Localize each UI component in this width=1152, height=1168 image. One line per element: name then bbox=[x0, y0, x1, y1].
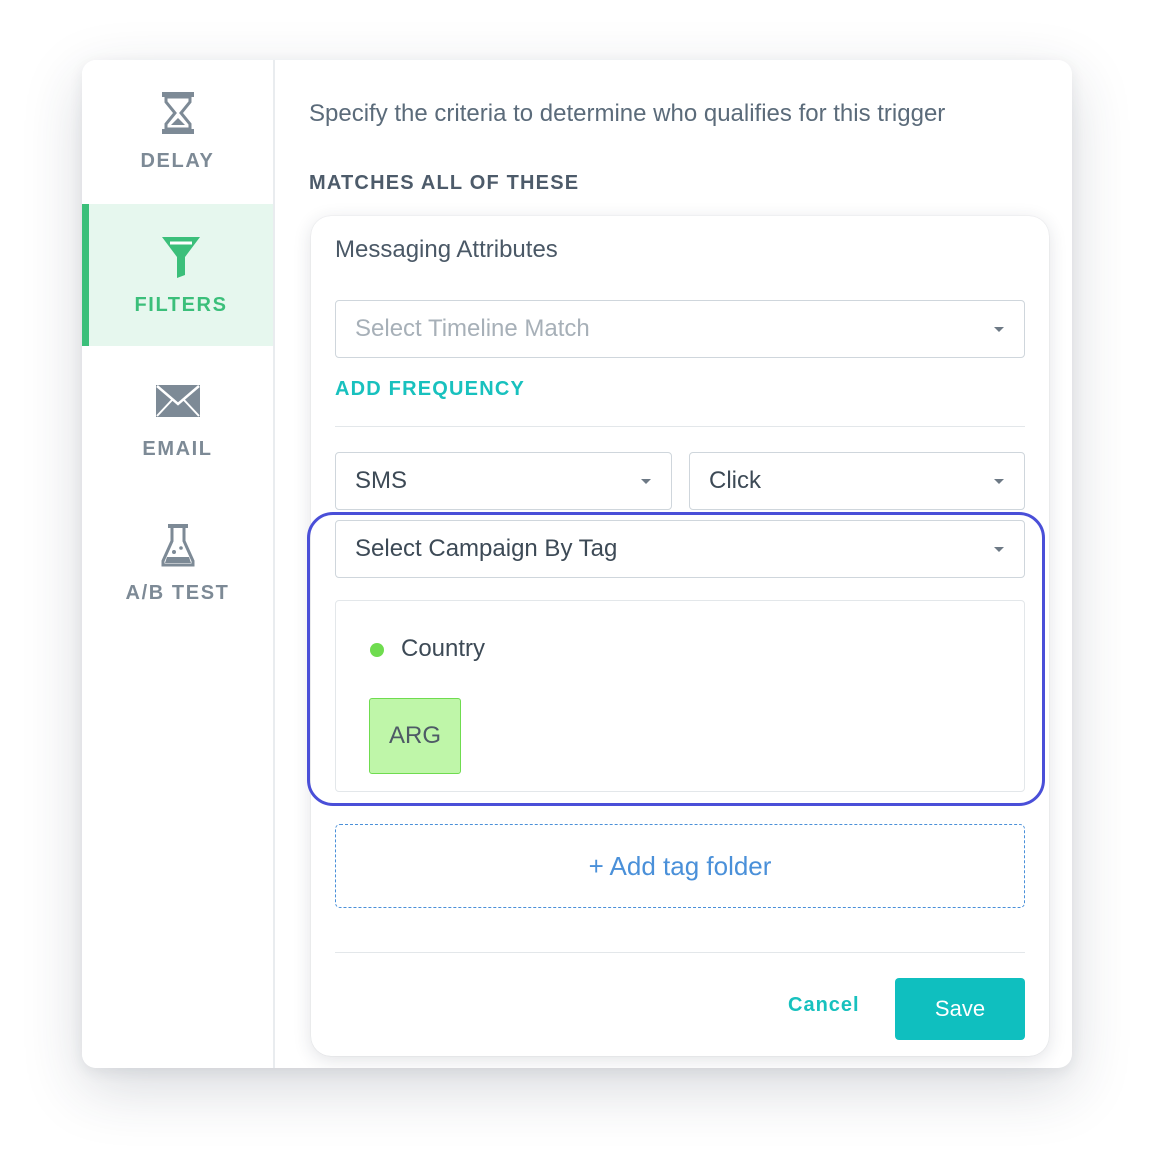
hourglass-icon bbox=[161, 90, 195, 136]
sidebar-item-label: A/B TEST bbox=[125, 581, 230, 604]
sidebar-item-label: EMAIL bbox=[142, 437, 213, 460]
save-button[interactable]: Save bbox=[895, 978, 1025, 1040]
channel-select[interactable]: SMS bbox=[335, 452, 672, 510]
action-select-value: Click bbox=[709, 467, 761, 494]
caret-down-icon bbox=[994, 327, 1004, 332]
main-panel: Specify the criteria to determine who qu… bbox=[275, 60, 1072, 1068]
channel-select-value: SMS bbox=[355, 467, 408, 494]
timeline-match-placeholder: Select Timeline Match bbox=[355, 315, 590, 342]
divider bbox=[335, 426, 1025, 427]
sidebar-item-ab-test[interactable]: A/B TEST bbox=[82, 492, 273, 634]
timeline-match-select[interactable]: Select Timeline Match bbox=[335, 300, 1025, 358]
sidebar-item-label: DELAY bbox=[140, 149, 215, 172]
flask-icon bbox=[161, 522, 195, 568]
caret-down-icon bbox=[994, 479, 1004, 484]
sidebar-item-delay[interactable]: DELAY bbox=[82, 60, 273, 202]
messaging-attributes-card: Messaging Attributes Select Timeline Mat… bbox=[307, 216, 1049, 1056]
divider bbox=[335, 952, 1025, 953]
envelope-icon bbox=[155, 378, 201, 424]
add-tag-folder-button[interactable]: + Add tag folder bbox=[335, 824, 1025, 908]
sidebar-item-label: FILTERS bbox=[134, 293, 228, 316]
cancel-button[interactable]: Cancel bbox=[788, 994, 860, 1017]
sidebar-item-filters[interactable]: FILTERS bbox=[82, 204, 273, 346]
sidebar-item-email[interactable]: EMAIL bbox=[82, 348, 273, 490]
trigger-settings-window: DELAY FILTERS EMAIL A/B TEST Specify the… bbox=[82, 60, 1072, 1068]
funnel-icon bbox=[161, 234, 201, 280]
action-select[interactable]: Click bbox=[689, 452, 1025, 510]
add-frequency-link[interactable]: ADD FREQUENCY bbox=[335, 378, 525, 401]
trigger-description: Specify the criteria to determine who qu… bbox=[309, 100, 946, 127]
caret-down-icon bbox=[641, 479, 651, 484]
card-title: Messaging Attributes bbox=[335, 236, 558, 263]
section-title: MATCHES ALL OF THESE bbox=[309, 172, 580, 194]
sidebar: DELAY FILTERS EMAIL A/B TEST bbox=[82, 60, 275, 1068]
highlight-outline bbox=[307, 512, 1045, 806]
